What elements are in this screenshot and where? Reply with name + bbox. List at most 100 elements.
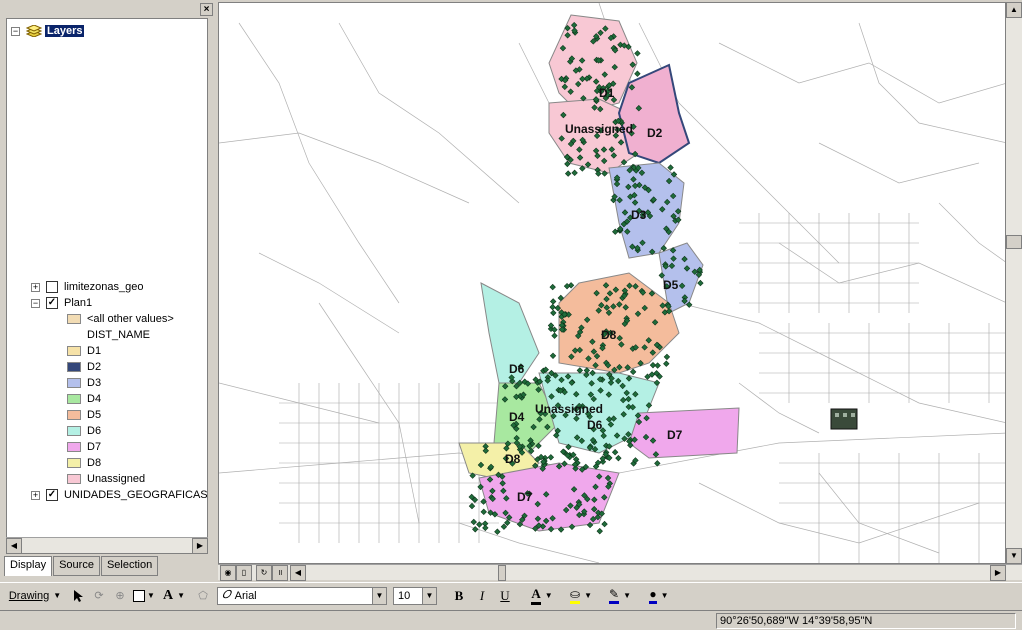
point-marker xyxy=(611,449,619,456)
marker-color-button[interactable]: ● ▼ xyxy=(641,586,677,606)
drawing-label: Drawing xyxy=(8,589,50,602)
legend-swatch xyxy=(67,426,81,436)
bold-button[interactable]: B xyxy=(449,586,469,606)
tab-display[interactable]: Display xyxy=(4,556,53,576)
font-color-icon: A xyxy=(531,586,541,605)
bold-label: B xyxy=(454,587,464,603)
scroll-right-button[interactable]: ▶ xyxy=(192,538,208,554)
label-d7-bottom: D7 xyxy=(517,490,533,504)
tab-source[interactable]: Source xyxy=(53,556,100,576)
scroll-thumb[interactable] xyxy=(498,565,506,581)
chevron-down-icon: ▼ xyxy=(177,591,186,600)
rotate-button[interactable]: ⟳ xyxy=(90,586,108,606)
text-tool-button[interactable]: A ▼ xyxy=(159,586,189,606)
font-size-select[interactable]: 10 ▼ xyxy=(393,586,437,605)
legend-item-d4[interactable]: D4 xyxy=(67,391,101,407)
building-icon xyxy=(830,408,858,430)
legend-item-d8[interactable]: D8 xyxy=(67,455,101,471)
map-vertical-scrollbar[interactable]: ▲ ▼ xyxy=(1006,2,1022,564)
scroll-up-button[interactable]: ▲ xyxy=(1006,2,1022,18)
chevron-down-icon[interactable]: ▼ xyxy=(422,587,436,604)
polygon-d3[interactable] xyxy=(608,162,685,259)
map-view[interactable]: D1 Unassigned D2 D3 D5 D8 D6 D4 Unassign… xyxy=(218,2,1006,564)
point-marker xyxy=(472,526,479,533)
drawing-menu-button[interactable]: Drawing ▼ xyxy=(4,586,66,606)
scroll-left-button[interactable]: ◀ xyxy=(6,538,22,554)
pen-icon: ✎ xyxy=(609,587,620,604)
layout-view-button[interactable]: ▯ xyxy=(236,565,252,581)
italic-button[interactable]: I xyxy=(472,586,492,606)
drawing-toolbar: Drawing ▼ ⟳ ⊕ ▼ A ▼ ⬠ 𝑂 Arial ▼ 10 ▼ B I… xyxy=(0,582,1022,608)
point-marker xyxy=(470,518,477,526)
toc-horizontal-scrollbar[interactable]: ◀ ▶ xyxy=(6,537,208,554)
coordinate-readout: 90°26'50,689"W 14°39'58,95"N xyxy=(716,613,1016,629)
legend-item-d2[interactable]: D2 xyxy=(67,359,101,375)
label-unassigned-north: Unassigned xyxy=(565,122,633,136)
line-color-button[interactable]: ✎ ▼ xyxy=(602,586,638,606)
pause-icon[interactable]: ॥ xyxy=(272,565,288,581)
point-marker xyxy=(500,523,508,530)
legend-item-unassigned[interactable]: Unassigned xyxy=(67,471,145,487)
legend-other-values: <all other values> xyxy=(67,311,174,327)
fill-color-button[interactable]: ⛀ ▼ xyxy=(563,586,599,606)
point-marker xyxy=(629,368,637,376)
font-color-button[interactable]: A ▼ xyxy=(524,586,560,606)
label-d6-left: D6 xyxy=(509,362,525,376)
toc-tabs: Display Source Selection xyxy=(4,556,159,576)
layer-checkbox[interactable]: ✓ xyxy=(46,489,58,501)
chevron-down-icon: ▼ xyxy=(147,591,155,600)
collapse-icon[interactable]: − xyxy=(31,298,40,308)
scroll-right-button[interactable]: ▶ xyxy=(990,565,1006,581)
rectangle-tool-button[interactable]: ▼ xyxy=(132,586,156,606)
legend-field-label: DIST_NAME xyxy=(87,329,150,341)
scroll-left-button[interactable]: ◀ xyxy=(290,565,306,581)
layer-limitezonas[interactable]: + limitezonas_geo xyxy=(31,279,144,295)
legend-item-d1[interactable]: D1 xyxy=(67,343,101,359)
font-name-select[interactable]: 𝑂 Arial ▼ xyxy=(217,586,387,605)
map-canvas[interactable]: D1 Unassigned D2 D3 D5 D8 D6 D4 Unassign… xyxy=(219,3,1006,564)
legend-label: D1 xyxy=(87,345,102,357)
underline-label: U xyxy=(500,587,510,603)
tab-selection[interactable]: Selection xyxy=(100,556,159,576)
collapse-icon[interactable]: − xyxy=(11,26,20,36)
layer-plan1[interactable]: − ✓ Plan1 xyxy=(31,295,92,311)
zoom-to-selected-button[interactable]: ⊕ xyxy=(111,586,129,606)
layer-label: UNIDADES_GEOGRAFICAS_2 xyxy=(64,489,208,501)
scroll-thumb[interactable] xyxy=(1006,235,1022,249)
text-tool-label: A xyxy=(162,587,174,603)
point-marker xyxy=(549,283,556,291)
legend-item-d6[interactable]: D6 xyxy=(67,423,101,439)
expand-icon[interactable]: + xyxy=(31,282,40,292)
underline-button[interactable]: U xyxy=(495,586,515,606)
point-marker xyxy=(654,362,661,369)
layer-checkbox[interactable]: ✓ xyxy=(46,297,58,309)
layer-unidades[interactable]: + ✓ UNIDADES_GEOGRAFICAS_2 xyxy=(31,487,208,503)
layers-root[interactable]: − Layers xyxy=(11,23,85,39)
label-d6-mid: D6 xyxy=(587,418,603,432)
legend-item-d7[interactable]: D7 xyxy=(67,439,101,455)
select-elements-button[interactable] xyxy=(69,586,87,606)
data-view-button[interactable]: ◉ xyxy=(220,565,236,581)
legend-label: D5 xyxy=(87,409,102,421)
label-unassigned-mid: Unassigned xyxy=(535,402,603,416)
refresh-icon[interactable]: ↻ xyxy=(256,565,272,581)
polygon-d8-top[interactable] xyxy=(558,272,680,374)
point-marker xyxy=(547,322,555,329)
label-d4: D4 xyxy=(509,410,525,424)
font-size-value: 10 xyxy=(398,589,411,602)
point-marker xyxy=(549,298,557,305)
chevron-down-icon: ▼ xyxy=(544,591,553,600)
point-marker xyxy=(564,170,572,177)
point-marker xyxy=(482,524,489,532)
edit-vertices-button[interactable]: ⬠ xyxy=(192,586,214,606)
scroll-down-button[interactable]: ▼ xyxy=(1006,548,1022,564)
close-toc-button[interactable]: × xyxy=(200,3,213,16)
legend-item-d5[interactable]: D5 xyxy=(67,407,101,423)
layers-icon xyxy=(25,24,43,38)
label-d7-east: D7 xyxy=(667,428,683,442)
expand-icon[interactable]: + xyxy=(31,490,40,500)
legend-item-d3[interactable]: D3 xyxy=(67,375,101,391)
layer-checkbox[interactable] xyxy=(46,281,58,293)
chevron-down-icon[interactable]: ▼ xyxy=(372,587,386,604)
polygon-d7-east[interactable] xyxy=(628,407,740,459)
